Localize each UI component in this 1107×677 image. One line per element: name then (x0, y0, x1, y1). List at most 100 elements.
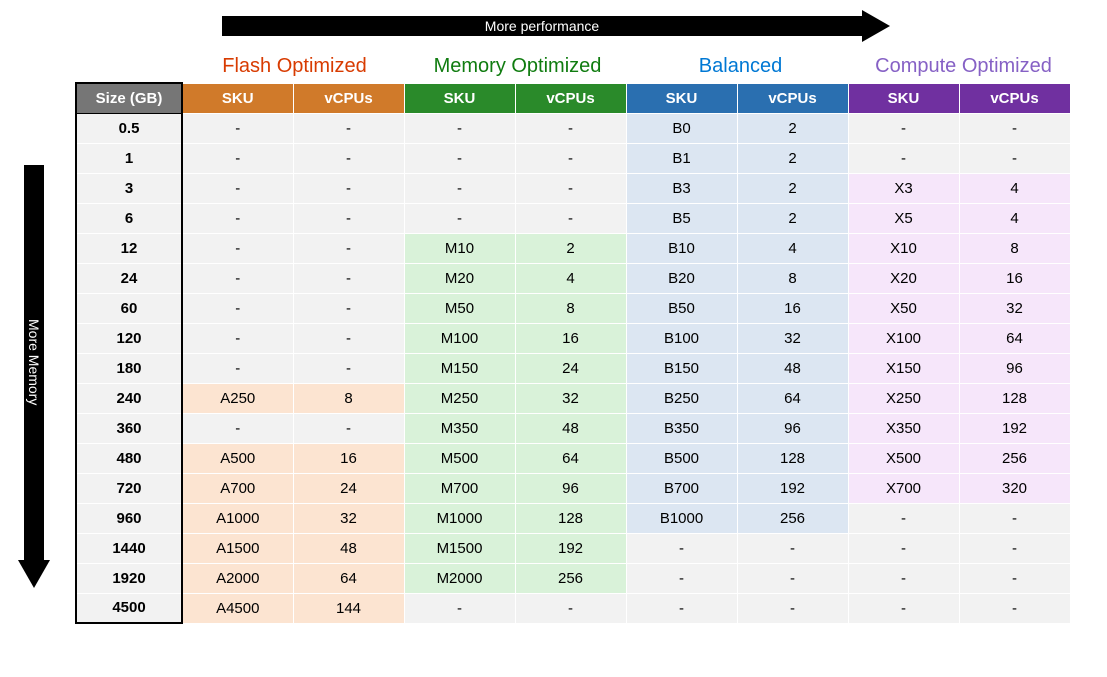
size-cell: 6 (76, 203, 182, 233)
sku-cell: - (848, 593, 959, 623)
sku-cell: B1 (626, 143, 737, 173)
table-row: 720A70024M70096B700192X700320 (76, 473, 1070, 503)
table-row: 120--M10016B10032X10064 (76, 323, 1070, 353)
size-cell: 3 (76, 173, 182, 203)
table-row: 0.5----B02-- (76, 113, 1070, 143)
size-cell: 960 (76, 503, 182, 533)
table-row: 1920A200064M2000256---- (76, 563, 1070, 593)
size-cell: 12 (76, 233, 182, 263)
sku-cell: M150 (404, 353, 515, 383)
sku-cell: M1500 (404, 533, 515, 563)
axis-performance: More performance (222, 12, 890, 40)
sku-cell: X20 (848, 263, 959, 293)
sku-cell: - (626, 593, 737, 623)
sku-cell: A500 (182, 443, 293, 473)
sku-cell: - (404, 173, 515, 203)
vcpu-cell: - (293, 173, 404, 203)
col-sku-header-bal: SKU (626, 83, 737, 113)
sku-cell: - (182, 263, 293, 293)
sku-cell: - (404, 143, 515, 173)
vcpu-cell: - (293, 323, 404, 353)
table-row: 960A100032M1000128B1000256-- (76, 503, 1070, 533)
sku-cell: A700 (182, 473, 293, 503)
vcpu-cell: - (959, 113, 1070, 143)
sku-cell: B100 (626, 323, 737, 353)
sku-cell: A1000 (182, 503, 293, 533)
sku-cell: X100 (848, 323, 959, 353)
sku-cell: X700 (848, 473, 959, 503)
sku-cell: B5 (626, 203, 737, 233)
vcpu-cell: 256 (515, 563, 626, 593)
vcpu-cell: 48 (293, 533, 404, 563)
vcpu-cell: 64 (515, 443, 626, 473)
sku-cell: B3 (626, 173, 737, 203)
size-cell: 360 (76, 413, 182, 443)
sku-cell: X250 (848, 383, 959, 413)
tier-label-comp: Compute Optimized (852, 55, 1075, 82)
vcpu-cell: 48 (737, 353, 848, 383)
sku-cell: X350 (848, 413, 959, 443)
vcpu-cell: 96 (515, 473, 626, 503)
sku-cell: M350 (404, 413, 515, 443)
sku-cell: - (404, 593, 515, 623)
size-cell: 240 (76, 383, 182, 413)
vcpu-cell: - (515, 593, 626, 623)
size-cell: 4500 (76, 593, 182, 623)
vcpu-cell: - (293, 233, 404, 263)
col-vcpu-header-comp: vCPUs (959, 83, 1070, 113)
table-row: 24--M204B208X2016 (76, 263, 1070, 293)
vcpu-cell: 128 (515, 503, 626, 533)
table-row: 1440A150048M1500192---- (76, 533, 1070, 563)
vcpu-cell: - (959, 533, 1070, 563)
axis-performance-label: More performance (485, 18, 599, 34)
vcpu-cell: - (293, 143, 404, 173)
vcpu-cell: 256 (737, 503, 848, 533)
sku-cell: - (182, 233, 293, 263)
sku-table: Size (GB)SKUvCPUsSKUvCPUsSKUvCPUsSKUvCPU… (75, 82, 1071, 624)
sku-cell: A4500 (182, 593, 293, 623)
vcpu-cell: 2 (515, 233, 626, 263)
table-row: 4500A4500144------ (76, 593, 1070, 623)
table-row: 240A2508M25032B25064X250128 (76, 383, 1070, 413)
sku-cell: X10 (848, 233, 959, 263)
size-cell: 720 (76, 473, 182, 503)
vcpu-cell: - (515, 143, 626, 173)
vcpu-cell: 32 (515, 383, 626, 413)
sku-cell: X500 (848, 443, 959, 473)
sku-cell: M20 (404, 263, 515, 293)
vcpu-cell: 2 (737, 173, 848, 203)
sku-cell: B1000 (626, 503, 737, 533)
size-cell: 60 (76, 293, 182, 323)
col-vcpu-header-flash: vCPUs (293, 83, 404, 113)
vcpu-cell: - (737, 533, 848, 563)
sku-cell: X3 (848, 173, 959, 203)
size-cell: 1440 (76, 533, 182, 563)
vcpu-cell: 8 (959, 233, 1070, 263)
sku-cell: X5 (848, 203, 959, 233)
vcpu-cell: 192 (959, 413, 1070, 443)
vcpu-cell: 192 (515, 533, 626, 563)
vcpu-cell: 128 (737, 443, 848, 473)
vcpu-cell: 8 (737, 263, 848, 293)
sku-cell: - (182, 293, 293, 323)
vcpu-cell: 64 (737, 383, 848, 413)
vcpu-cell: 8 (515, 293, 626, 323)
sku-cell: - (182, 113, 293, 143)
col-sku-header-comp: SKU (848, 83, 959, 113)
vcpu-cell: - (959, 593, 1070, 623)
table-row: 6----B52X54 (76, 203, 1070, 233)
tier-label-mem: Memory Optimized (406, 55, 629, 82)
vcpu-cell: 16 (959, 263, 1070, 293)
size-cell: 1 (76, 143, 182, 173)
sku-cell: X50 (848, 293, 959, 323)
sku-cell: - (404, 113, 515, 143)
sku-cell: - (848, 533, 959, 563)
sku-cell: B350 (626, 413, 737, 443)
sku-cell: M10 (404, 233, 515, 263)
vcpu-cell: - (293, 413, 404, 443)
sku-cell: M250 (404, 383, 515, 413)
arrow-right-icon (862, 10, 890, 42)
sku-cell: - (182, 143, 293, 173)
vcpu-cell: 320 (959, 473, 1070, 503)
vcpu-cell: 144 (293, 593, 404, 623)
